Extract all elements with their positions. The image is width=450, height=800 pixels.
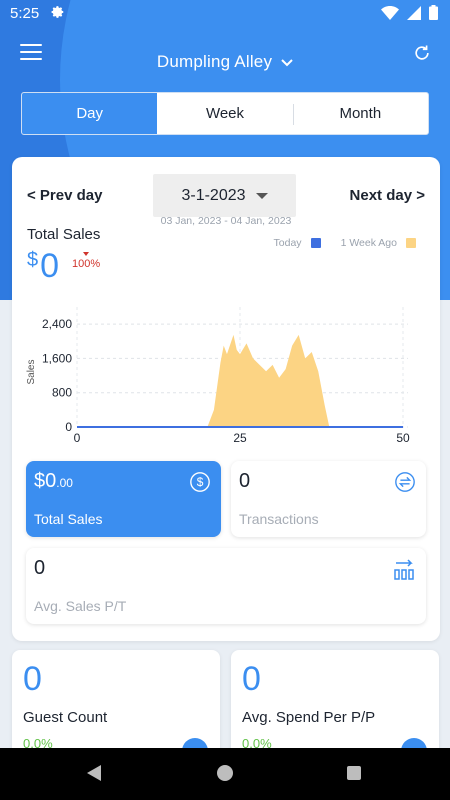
date-navigation: < Prev day 3-1-2023 Next day > (12, 174, 440, 217)
total-sales-label: Total Sales (27, 226, 101, 243)
legend-today-label: Today (273, 237, 302, 249)
legend-today: Today (274, 237, 321, 249)
y-tick-label: 2,400 (42, 317, 72, 331)
legend-week-ago-swatch (406, 238, 416, 248)
total-sales-number: 0 (40, 247, 60, 285)
transactions-tile[interactable]: 0 Transactions (231, 461, 426, 537)
store-selector[interactable]: Dumpling Alley (0, 52, 450, 72)
guest-count-value: 0 (23, 660, 42, 698)
y-axis-label: Sales (26, 359, 37, 384)
avg-sales-value: 0 (34, 557, 46, 579)
currency-symbol: $ (27, 249, 39, 271)
avg-spend-card[interactable]: 0 Avg. Spend Per P/P 0.0% (231, 650, 439, 764)
gear-icon (51, 6, 64, 18)
avg-sales-tile[interactable]: 0 Avg. Sales P/T (26, 548, 426, 624)
y-tick-label: 1,600 (42, 351, 72, 365)
x-tick-label: 50 (396, 431, 410, 445)
period-tabs: Day Week Month (21, 92, 429, 135)
selected-date: 3-1-2023 (181, 186, 246, 204)
chart-legend: Today 1 Week Ago (274, 237, 416, 249)
avg-spend-label: Avg. Spend Per P/P (242, 709, 376, 726)
prev-day-button[interactable]: < Prev day (27, 187, 102, 204)
total-sales-tile-value: $0.00 (34, 470, 73, 492)
system-nav-bar (0, 748, 450, 800)
avg-spend-value: 0 (242, 660, 261, 698)
sales-change-pct: 100% (72, 258, 101, 270)
wifi-icon (381, 5, 399, 20)
dollar-circle-icon: $ (190, 472, 210, 492)
status-time: 5:25 (10, 5, 40, 22)
svg-text:$: $ (197, 475, 204, 489)
status-bar: 5:25 (0, 0, 450, 28)
sales-card: < Prev day 3-1-2023 Next day > 03 Jan, 2… (12, 157, 440, 641)
date-picker[interactable]: 3-1-2023 (153, 174, 296, 217)
battery-icon (429, 5, 438, 20)
recent-apps-icon[interactable] (347, 766, 361, 780)
avg-sales-label: Avg. Sales P/T (34, 598, 127, 614)
home-icon[interactable] (217, 765, 233, 781)
total-sales-value: $0 (27, 247, 59, 286)
guest-count-card[interactable]: 0 Guest Count 0.0% (12, 650, 220, 764)
tab-day[interactable]: Day (22, 93, 158, 134)
legend-week-ago: 1 Week Ago (341, 237, 416, 249)
y-tick-label: 800 (52, 386, 72, 400)
y-tick-label: 0 (65, 420, 72, 434)
down-arrow-icon (83, 252, 90, 256)
x-tick-label: 0 (74, 431, 81, 445)
exchange-icon (395, 472, 415, 492)
area-series-week-ago (207, 334, 330, 427)
caret-down-icon (255, 192, 268, 199)
back-icon[interactable] (87, 765, 101, 781)
total-sales-tile-label: Total Sales (34, 511, 103, 527)
total-sales-tile[interactable]: $0.00 $ Total Sales (26, 461, 221, 537)
transactions-label: Transactions (239, 511, 319, 527)
guest-count-label: Guest Count (23, 709, 108, 726)
sales-chart: 0 800 1,600 2,400 0 25 50 Sales (26, 307, 410, 445)
refresh-icon[interactable] (412, 43, 432, 63)
sales-change: 100% (72, 252, 100, 270)
signal-icon (407, 5, 421, 20)
tab-month[interactable]: Month (292, 93, 428, 134)
arrow-bars-icon (394, 559, 414, 580)
transactions-value: 0 (239, 470, 251, 492)
legend-today-swatch (310, 238, 321, 248)
top-app-bar: Dumpling Alley (0, 38, 450, 82)
store-name: Dumpling Alley (156, 52, 273, 71)
chevron-down-icon (281, 58, 293, 66)
legend-week-ago-label: 1 Week Ago (340, 237, 397, 249)
tab-week[interactable]: Week (157, 93, 292, 134)
x-tick-label: 25 (233, 431, 247, 445)
next-day-button[interactable]: Next day > (350, 187, 425, 204)
